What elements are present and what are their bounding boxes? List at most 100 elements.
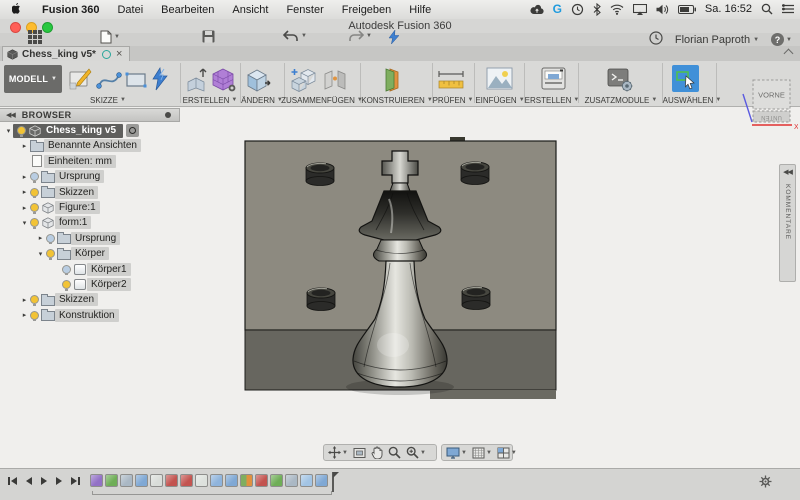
browser-filter-icon[interactable] bbox=[165, 112, 171, 118]
timeline-feature-sketch[interactable] bbox=[105, 474, 118, 487]
visibility-bulb-icon[interactable] bbox=[46, 249, 55, 258]
document-tab[interactable]: Chess_king v5* × bbox=[2, 46, 130, 61]
timeline-feature-extrude[interactable] bbox=[315, 474, 328, 487]
spotlight-icon[interactable] bbox=[761, 3, 773, 15]
timeline-feature-extrude[interactable] bbox=[225, 474, 238, 487]
menu-item-ansicht[interactable]: Ansicht bbox=[223, 4, 277, 16]
save-button[interactable] bbox=[202, 30, 215, 43]
viewport-3d[interactable] bbox=[243, 137, 559, 403]
visibility-bulb-icon[interactable] bbox=[30, 218, 39, 227]
create-sketch-icon[interactable] bbox=[68, 66, 92, 97]
visibility-bulb-icon[interactable] bbox=[30, 311, 39, 320]
visibility-bulb-icon[interactable] bbox=[30, 188, 39, 197]
joint-icon[interactable] bbox=[322, 66, 348, 98]
volume-icon[interactable] bbox=[656, 4, 669, 15]
spline-icon[interactable] bbox=[96, 70, 122, 95]
wifi-icon[interactable] bbox=[610, 4, 624, 15]
timeline-go-end-button[interactable] bbox=[71, 477, 80, 485]
visibility-bulb-icon[interactable] bbox=[62, 280, 71, 289]
visibility-bulb-icon[interactable] bbox=[30, 172, 39, 181]
visibility-bulb-icon[interactable] bbox=[30, 295, 39, 304]
timeline-feature-revolve[interactable] bbox=[255, 474, 268, 487]
collapse-toolbar-chevron[interactable] bbox=[785, 50, 792, 57]
form-icon[interactable] bbox=[210, 66, 236, 98]
expand-triangle-icon[interactable]: ▸ bbox=[36, 234, 45, 242]
timeline-feature-extrude[interactable] bbox=[135, 474, 148, 487]
menu-item-freigeben[interactable]: Freigeben bbox=[333, 4, 401, 16]
construction-plane-icon[interactable] bbox=[378, 66, 406, 98]
visibility-bulb-icon[interactable] bbox=[46, 234, 55, 243]
visibility-bulb-icon[interactable] bbox=[30, 203, 39, 212]
pan-button[interactable] bbox=[371, 446, 383, 459]
expand-triangle-icon[interactable]: ▾ bbox=[4, 127, 13, 135]
measure-icon[interactable] bbox=[436, 69, 466, 96]
press-pull-icon[interactable] bbox=[244, 66, 272, 98]
expand-triangle-icon[interactable]: ▸ bbox=[20, 296, 29, 304]
comments-panel-tab[interactable]: ◀◀ KOMMENTARE bbox=[779, 164, 796, 282]
timeline-step-back-button[interactable] bbox=[26, 477, 32, 485]
group-zusatzmodule[interactable]: ZUSATZMODULE▼ bbox=[584, 95, 658, 105]
visibility-bulb-icon[interactable] bbox=[17, 126, 26, 135]
look-at-button[interactable] bbox=[353, 447, 366, 459]
browser-item-körper1[interactable]: Körper1 bbox=[52, 262, 131, 277]
time-machine-icon[interactable] bbox=[571, 3, 584, 16]
browser-item-ursprung[interactable]: ▸Ursprung bbox=[20, 169, 104, 184]
expand-triangle-icon[interactable]: ▾ bbox=[20, 219, 29, 227]
browser-item-körper[interactable]: ▾Körper bbox=[36, 246, 109, 261]
dropbox-cloud-icon[interactable] bbox=[530, 4, 544, 15]
timeline-feature-extrude[interactable] bbox=[285, 474, 298, 487]
sync-status-icon[interactable] bbox=[388, 30, 400, 44]
browser-item-körper2[interactable]: Körper2 bbox=[52, 277, 131, 292]
workspace-selector[interactable]: MODELL▼ bbox=[4, 65, 62, 93]
new-component-icon[interactable] bbox=[290, 66, 316, 98]
fit-zoom-button[interactable]: ▼ bbox=[406, 446, 426, 459]
addins-icon[interactable] bbox=[606, 66, 634, 98]
menu-item-fenster[interactable]: Fenster bbox=[277, 4, 332, 16]
zoom-button[interactable] bbox=[388, 446, 401, 459]
orbit-button[interactable]: ▼ bbox=[328, 446, 348, 459]
group-konstruieren[interactable]: KONSTRUIEREN▼ bbox=[362, 95, 432, 105]
timeline-feature-sketch-red[interactable] bbox=[165, 474, 178, 487]
help-menu[interactable]: ?▼ bbox=[771, 33, 792, 46]
browser-item-skizzen[interactable]: ▸Skizzen bbox=[20, 292, 98, 307]
browser-item-chess_king-v5[interactable]: ▾Chess_king v5 bbox=[4, 123, 139, 138]
rectangle-tool-icon[interactable] bbox=[124, 70, 148, 95]
menu-item-fusion-360[interactable]: Fusion 360 bbox=[33, 4, 108, 16]
browser-collapse-icon[interactable]: ◀◀ bbox=[6, 111, 15, 119]
expand-triangle-icon[interactable]: ▸ bbox=[20, 142, 29, 150]
insert-image-icon[interactable] bbox=[486, 66, 513, 96]
new-file-button[interactable]: ▼ bbox=[100, 30, 120, 44]
menu-item-hilfe[interactable]: Hilfe bbox=[400, 4, 440, 16]
browser-item-benannte-ansichten[interactable]: ▸Benannte Ansichten bbox=[20, 138, 141, 153]
timeline-settings-gear-icon[interactable] bbox=[759, 475, 772, 493]
grid-snap-button[interactable]: ▼ bbox=[472, 447, 492, 459]
timeline-feature-extrude[interactable] bbox=[210, 474, 223, 487]
display-settings-button[interactable]: ▼ bbox=[446, 447, 467, 459]
select-tool-icon[interactable] bbox=[672, 65, 699, 92]
browser-item-figure-1[interactable]: ▸Figure:1 bbox=[20, 200, 100, 215]
group-zusammenfuegen[interactable]: ZUSAMMENFÜGEN▼ bbox=[282, 95, 362, 105]
data-panel-button[interactable] bbox=[28, 30, 42, 44]
timeline-go-start-button[interactable] bbox=[8, 477, 17, 485]
menubar-clock[interactable]: Sa. 16:52 bbox=[705, 3, 752, 15]
group-skizze[interactable]: SKIZZE▼ bbox=[74, 95, 142, 105]
bluetooth-icon[interactable] bbox=[593, 3, 601, 16]
group-auswaehlen[interactable]: AUSWÄHLEN▼ bbox=[662, 95, 722, 105]
view-cube[interactable]: VORNE UNTEN X bbox=[740, 76, 798, 134]
apple-menu-icon[interactable] bbox=[12, 3, 23, 16]
expand-triangle-icon[interactable]: ▸ bbox=[20, 311, 29, 319]
visibility-bulb-icon[interactable] bbox=[62, 265, 71, 274]
timeline-feature-extrude[interactable] bbox=[120, 474, 133, 487]
group-erstellen-make[interactable]: ERSTELLEN▼ bbox=[524, 95, 580, 105]
activate-component-radio[interactable] bbox=[126, 124, 139, 137]
menu-item-bearbeiten[interactable]: Bearbeiten bbox=[152, 4, 223, 16]
menu-item-datei[interactable]: Datei bbox=[108, 4, 152, 16]
group-aendern[interactable]: ÄNDERN▼ bbox=[238, 95, 286, 105]
battery-icon[interactable] bbox=[678, 5, 696, 14]
expand-triangle-icon[interactable]: ▸ bbox=[20, 188, 29, 196]
redo-button[interactable]: ▼ bbox=[348, 30, 372, 42]
browser-item-form-1[interactable]: ▾form:1 bbox=[20, 215, 91, 230]
browser-panel-header[interactable]: ◀◀ BROWSER bbox=[0, 108, 180, 122]
user-menu[interactable]: Florian Paproth▼ bbox=[675, 34, 759, 46]
timeline-feature-mirror[interactable] bbox=[240, 474, 253, 487]
